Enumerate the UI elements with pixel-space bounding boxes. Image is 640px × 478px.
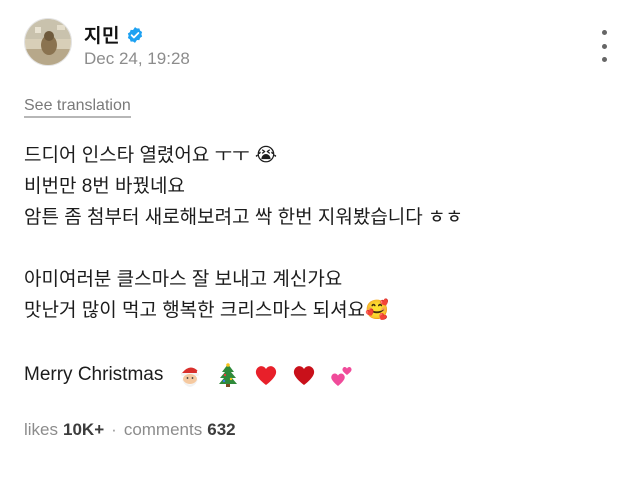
two-hearts-icon bbox=[329, 362, 355, 388]
christmas-tree-icon bbox=[215, 362, 241, 388]
verified-badge-icon bbox=[126, 26, 144, 44]
post-timestamp: Dec 24, 19:28 bbox=[84, 49, 190, 68]
more-dot bbox=[601, 57, 607, 62]
post-line: 맛난거 많이 먹고 행복한 크리스마스 되셔요🥰 bbox=[24, 300, 389, 321]
likes-count[interactable]: 10K+ bbox=[63, 420, 104, 440]
likes-label[interactable]: likes bbox=[24, 420, 58, 440]
post-line: 드디어 인스타 열렸어요 ㅜㅜ 😭 bbox=[24, 145, 278, 166]
post-body: 드디어 인스타 열렸어요 ㅜㅜ 😭 비번만 8번 바꿨네요 암튼 좀 첨부터 새… bbox=[24, 140, 624, 326]
avatar[interactable] bbox=[24, 18, 72, 66]
more-dot bbox=[601, 43, 607, 49]
username[interactable]: 지민 bbox=[84, 21, 120, 48]
post-line: 비번만 8번 바꿨네요 bbox=[24, 176, 185, 197]
closing-line: Merry Christmas bbox=[24, 358, 367, 392]
post-card: 지민 Dec 24, 19:28 See translation 드디어 인스타… bbox=[0, 0, 640, 478]
santa-icon bbox=[177, 362, 203, 388]
dark-red-heart-icon bbox=[291, 362, 317, 388]
post-line: 아미여러분 클스마스 잘 보내고 계신가요 bbox=[24, 269, 343, 290]
avatar-image bbox=[25, 19, 71, 65]
stats-separator: · bbox=[111, 420, 117, 439]
more-dot bbox=[601, 30, 607, 35]
post-stats: likes 10K+ · comments 632 bbox=[24, 420, 236, 440]
closing-text: Merry Christmas bbox=[24, 364, 164, 385]
post-line: 암튼 좀 첨부터 새로해보려고 싹 한번 지워봤습니다 ㅎㅎ bbox=[24, 207, 463, 228]
username-row: 지민 bbox=[84, 21, 144, 48]
red-heart-icon bbox=[253, 362, 279, 388]
comments-label[interactable]: comments bbox=[124, 420, 202, 440]
post-header: 지민 Dec 24, 19:28 bbox=[24, 18, 616, 74]
see-translation-link[interactable]: See translation bbox=[24, 97, 131, 118]
more-options-icon[interactable] bbox=[592, 30, 616, 62]
comments-count[interactable]: 632 bbox=[207, 420, 235, 440]
